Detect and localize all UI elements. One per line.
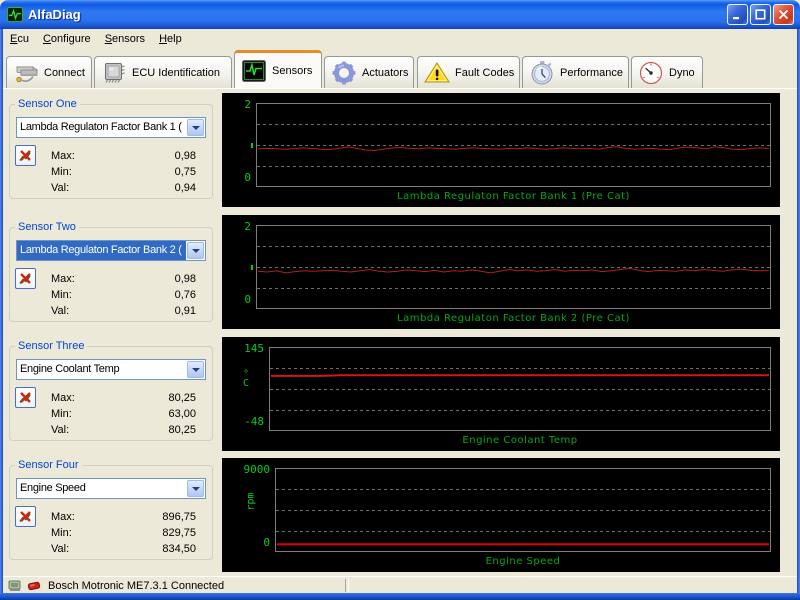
sensor-one-select[interactable]: Lambda Regulaton Factor Bank 1 ( — [16, 117, 206, 138]
combo-dropdown-button[interactable] — [187, 480, 204, 497]
remove-graph-button[interactable] — [15, 268, 36, 289]
tab-actuators[interactable]: Actuators — [324, 56, 414, 88]
y-axis-unit: rpm — [245, 492, 257, 511]
remove-graph-button[interactable] — [15, 145, 36, 166]
group-title: Sensor Four — [15, 459, 82, 471]
y-axis-max: 9000 — [243, 463, 271, 476]
min-label: Min: — [51, 408, 72, 420]
min-value: 63,00 — [168, 408, 196, 420]
y-axis-max: 2 — [244, 220, 251, 233]
device-icon — [8, 580, 21, 591]
chart-engine-speed: 9000 0 rpm Engine Speed — [222, 458, 780, 572]
val-label: Val: — [51, 424, 70, 436]
sensor-four-select[interactable]: Engine Speed — [16, 478, 206, 499]
y-axis-max: 2 — [244, 98, 251, 111]
min-label: Min: — [51, 527, 72, 539]
minimize-button[interactable] — [727, 4, 748, 25]
y-axis-max: 145 — [244, 342, 264, 355]
group-title: Sensor Two — [15, 221, 79, 233]
chip-icon — [100, 60, 128, 86]
tab-strip: Connect ECU Identification Sensors Actua… — [3, 48, 797, 88]
gear-icon — [330, 60, 358, 86]
chart-title: Engine Speed — [485, 556, 561, 567]
group-title: Sensor One — [15, 98, 80, 110]
val-value: 0,91 — [174, 305, 196, 317]
menu-configure[interactable]: Configure — [36, 31, 98, 47]
max-label: Max: — [51, 392, 75, 404]
chart-lambda-bank1: 2 0 Lambda Regulaton Factor Bank 1 (Pre … — [222, 93, 780, 207]
menu-help[interactable]: Help — [152, 31, 189, 47]
tab-fault-codes[interactable]: Fault Codes — [417, 56, 520, 88]
chart-lambda-bank2: 2 0 Lambda Regulaton Factor Bank 2 (Pre … — [222, 215, 780, 329]
chart-title: Lambda Regulaton Factor Bank 2 (Pre Cat) — [397, 313, 630, 324]
menu-sensors[interactable]: Sensors — [98, 31, 152, 47]
maximize-button[interactable] — [750, 4, 771, 25]
oscilloscope-icon — [240, 58, 268, 84]
sensor-two-select[interactable]: Lambda Regulaton Factor Bank 2 ( — [16, 240, 206, 261]
y-axis-min: -48 — [244, 415, 264, 428]
remove-graph-button[interactable] — [15, 506, 36, 527]
window-title: AlfaDiag — [28, 7, 81, 22]
max-label: Max: — [51, 511, 75, 523]
sensor-four-group: Sensor Four Engine Speed Max: 896,75 Min:… — [9, 459, 213, 560]
warning-icon — [423, 60, 451, 86]
tab-sensors[interactable]: Sensors — [234, 50, 322, 88]
close-button[interactable] — [773, 4, 794, 25]
sensor-one-group: Sensor One Lambda Regulaton Factor Bank … — [9, 98, 213, 199]
val-value: 834,50 — [162, 543, 196, 555]
chart-title: Engine Coolant Temp — [462, 435, 578, 446]
val-value: 80,25 — [168, 424, 196, 436]
min-value: 0,75 — [174, 166, 196, 178]
val-label: Val: — [51, 182, 70, 194]
max-label: Max: — [51, 150, 75, 162]
tab-performance[interactable]: Performance — [522, 56, 629, 88]
remove-graph-button[interactable] — [15, 387, 36, 408]
tab-connect[interactable]: Connect — [6, 56, 92, 88]
min-label: Min: — [51, 289, 72, 301]
stopwatch-icon — [528, 60, 556, 86]
window-border-bottom — [0, 593, 800, 600]
group-title: Sensor Three — [15, 340, 88, 352]
sensor-three-group: Sensor Three Engine Coolant Temp Max: 80,… — [9, 340, 213, 441]
gauge-icon — [637, 60, 665, 86]
tab-dyno[interactable]: Dyno — [631, 56, 703, 88]
max-value: 0,98 — [174, 150, 196, 162]
title-bar: AlfaDiag — [0, 0, 800, 29]
y-axis-unit: °C — [242, 369, 250, 389]
y-axis-mid-tick — [251, 265, 253, 270]
min-label: Min: — [51, 166, 72, 178]
val-value: 0,94 — [174, 182, 196, 194]
min-value: 829,75 — [162, 527, 196, 539]
window-border-left — [0, 26, 3, 600]
combo-dropdown-button[interactable] — [187, 242, 204, 259]
y-axis-min: 0 — [263, 536, 270, 549]
menu-bar: Ecu Configure Sensors Help — [3, 29, 797, 48]
combo-dropdown-button[interactable] — [187, 361, 204, 378]
max-value: 80,25 — [168, 392, 196, 404]
app-icon — [7, 7, 23, 22]
val-label: Val: — [51, 305, 70, 317]
min-value: 0,76 — [174, 289, 196, 301]
tab-ecu-identification[interactable]: ECU Identification — [94, 56, 232, 88]
app-window: AlfaDiag Ecu Configure Sensors Help Conn… — [0, 0, 800, 600]
sensor-three-select[interactable]: Engine Coolant Temp — [16, 359, 206, 380]
status-divider — [345, 579, 349, 592]
combo-dropdown-button[interactable] — [187, 119, 204, 136]
y-axis-min: 0 — [244, 171, 251, 184]
menu-ecu[interactable]: Ecu — [3, 31, 36, 47]
connection-icon — [27, 581, 41, 591]
y-axis-min: 0 — [244, 293, 251, 306]
y-axis-mid-tick — [251, 143, 253, 148]
status-text: Bosch Motronic ME7.3.1 Connected — [48, 579, 225, 592]
chart-coolant-temp: 145 -48 °C Engine Coolant Temp — [222, 337, 780, 451]
status-bar: Bosch Motronic ME7.3.1 Connected — [3, 576, 797, 594]
max-value: 896,75 — [162, 511, 196, 523]
chart-title: Lambda Regulaton Factor Bank 1 (Pre Cat) — [397, 191, 630, 202]
max-value: 0,98 — [174, 273, 196, 285]
sensor-two-group: Sensor Two Lambda Regulaton Factor Bank … — [9, 221, 213, 322]
max-label: Max: — [51, 273, 75, 285]
val-label: Val: — [51, 543, 70, 555]
harddrive-icon — [12, 60, 40, 86]
